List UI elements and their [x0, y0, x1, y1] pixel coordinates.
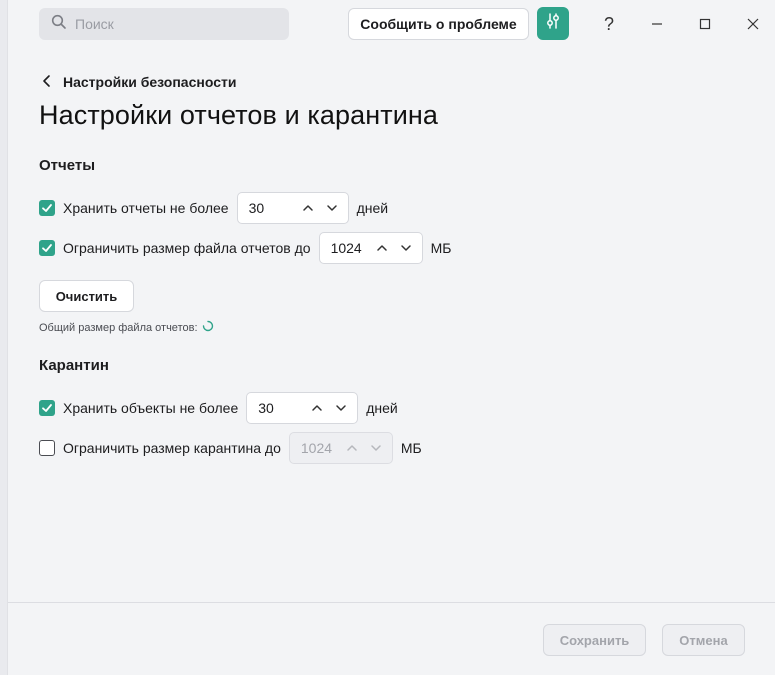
loading-spinner-icon — [202, 320, 214, 335]
maximize-button[interactable] — [689, 8, 721, 40]
chevron-down-icon[interactable] — [324, 200, 340, 216]
help-button[interactable]: ? — [593, 8, 625, 40]
chevron-up-icon[interactable] — [374, 240, 390, 256]
limit-report-file-unit: МБ — [430, 240, 452, 256]
keep-reports-label: Хранить отчеты не более — [63, 200, 229, 216]
search-icon — [51, 14, 67, 35]
search-input[interactable] — [75, 16, 275, 32]
keep-reports-days-value[interactable]: 30 — [249, 200, 300, 216]
limit-quarantine-row: Ограничить размер карантина до 1024 МБ — [39, 432, 422, 464]
search-box[interactable] — [39, 8, 289, 40]
quarantine-section-title: Карантин — [39, 357, 109, 374]
limit-quarantine-unit: МБ — [400, 440, 422, 456]
limit-report-file-value[interactable]: 1024 — [331, 240, 374, 256]
reports-section-title: Отчеты — [39, 157, 96, 174]
left-strip — [0, 0, 8, 675]
footer-bar: Сохранить Отмена — [8, 602, 775, 675]
checkmark-icon — [42, 204, 52, 212]
keep-objects-checkbox[interactable] — [39, 400, 55, 416]
report-total-size-label: Общий размер файла отчетов: — [39, 321, 198, 334]
limit-quarantine-value: 1024 — [300, 440, 333, 456]
breadcrumb[interactable]: Настройки безопасности — [39, 72, 236, 92]
close-icon — [747, 18, 759, 30]
clear-reports-button[interactable]: Очистить — [39, 280, 134, 312]
chevron-left-icon — [39, 73, 55, 92]
chevron-down-icon — [368, 440, 384, 456]
limit-report-file-stepper[interactable]: 1024 — [318, 232, 423, 264]
settings-tune-button[interactable] — [537, 7, 569, 40]
keep-objects-days-value[interactable]: 30 — [258, 400, 309, 416]
limit-quarantine-stepper: 1024 — [288, 432, 393, 464]
keep-objects-days-stepper[interactable]: 30 — [246, 392, 359, 424]
report-problem-button[interactable]: Сообщить о проблеме — [348, 8, 529, 40]
keep-reports-unit: дней — [356, 200, 389, 216]
close-button[interactable] — [737, 8, 769, 40]
minimize-icon — [652, 23, 662, 25]
keep-reports-checkbox[interactable] — [39, 200, 55, 216]
maximize-icon — [699, 18, 711, 30]
limit-quarantine-label: Ограничить размер карантина до — [63, 440, 281, 456]
limit-quarantine-checkbox[interactable] — [39, 440, 55, 456]
keep-objects-row: Хранить объекты не более 30 дней — [39, 392, 398, 424]
report-total-size: Общий размер файла отчетов: — [39, 320, 214, 335]
keep-objects-label: Хранить объекты не более — [63, 400, 239, 416]
limit-report-file-label: Ограничить размер файла отчетов до — [63, 240, 311, 256]
save-button[interactable]: Сохранить — [543, 624, 646, 656]
sliders-icon — [545, 12, 561, 35]
limit-report-file-checkbox[interactable] — [39, 240, 55, 256]
keep-reports-row: Хранить отчеты не более 30 дней — [39, 192, 388, 224]
minimize-button[interactable] — [641, 8, 673, 40]
chevron-up-icon[interactable] — [300, 200, 316, 216]
breadcrumb-back-link[interactable]: Настройки безопасности — [63, 74, 236, 90]
help-icon: ? — [603, 13, 614, 34]
keep-reports-days-stepper[interactable]: 30 — [236, 192, 349, 224]
chevron-down-icon[interactable] — [333, 400, 349, 416]
checkmark-icon — [42, 404, 52, 412]
checkmark-icon — [42, 244, 52, 252]
settings-window: Сообщить о проблеме ? Настройки безопасн… — [8, 0, 775, 675]
cancel-button[interactable]: Отмена — [662, 624, 745, 656]
keep-objects-unit: дней — [366, 400, 398, 416]
chevron-up-icon — [344, 440, 360, 456]
chevron-up-icon[interactable] — [309, 400, 325, 416]
limit-report-file-row: Ограничить размер файла отчетов до 1024 … — [39, 232, 451, 264]
page-title: Настройки отчетов и карантина — [39, 100, 439, 130]
chevron-down-icon[interactable] — [398, 240, 414, 256]
